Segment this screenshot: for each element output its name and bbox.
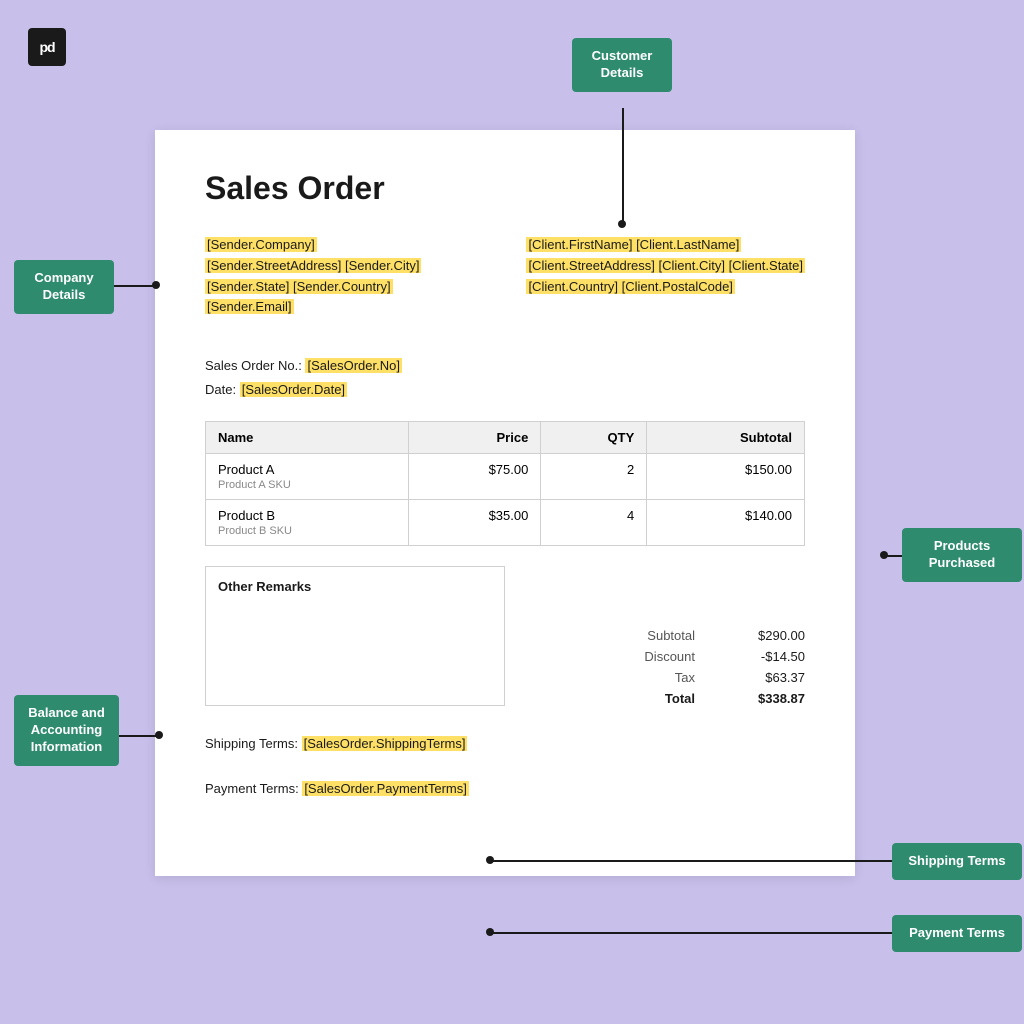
table-row: Product B Product B SKU $35.00 4 $140.00 — [206, 499, 805, 545]
shipping-line — [490, 860, 892, 862]
products-table: Name Price QTY Subtotal Product A Produc… — [205, 421, 805, 546]
table-row: Product A Product A SKU $75.00 2 $150.00 — [206, 453, 805, 499]
discount-label: Discount — [615, 649, 695, 664]
products-dot — [880, 551, 888, 559]
balance-annotation: Balance and Accounting Information — [14, 695, 119, 766]
col-subtotal: Subtotal — [647, 421, 805, 453]
sender-street-city: [Sender.StreetAddress] [Sender.City] — [205, 256, 421, 277]
total-value: $338.87 — [725, 691, 805, 706]
sender-client-row: [Sender.Company] [Sender.StreetAddress] … — [205, 235, 805, 318]
payment-terms-label: Payment Terms: — [205, 781, 299, 796]
subtotal-label: Subtotal — [615, 628, 695, 643]
payment-dot — [486, 928, 494, 936]
payment-terms-annotation: Payment Terms — [892, 915, 1022, 952]
shipping-terms-annotation: Shipping Terms — [892, 843, 1022, 880]
company-details-line — [114, 285, 156, 287]
customer-details-annotation: Customer Details — [572, 38, 672, 92]
totals-block: Subtotal $290.00 Discount -$14.50 Tax $6… — [525, 566, 805, 706]
product-a-price: $75.00 — [408, 453, 541, 499]
date-row: Date: [SalesOrder.Date] — [205, 378, 805, 401]
product-a-name: Product A — [218, 462, 396, 477]
order-no-value: [SalesOrder.No] — [305, 358, 402, 373]
remarks-label: Other Remarks — [218, 579, 311, 594]
client-block: [Client.FirstName] [Client.LastName] [Cl… — [526, 235, 805, 318]
product-b-name: Product B — [218, 508, 396, 523]
client-name: [Client.FirstName] [Client.LastName] — [526, 235, 805, 256]
company-details-dot — [152, 281, 160, 289]
table-header-row: Name Price QTY Subtotal — [206, 421, 805, 453]
discount-row: Discount -$14.50 — [525, 649, 805, 664]
total-label: Total — [615, 691, 695, 706]
product-b-price: $35.00 — [408, 499, 541, 545]
col-price: Price — [408, 421, 541, 453]
product-a-qty: 2 — [541, 453, 647, 499]
shipping-terms-row: Shipping Terms: [SalesOrder.ShippingTerm… — [205, 736, 805, 751]
col-name: Name — [206, 421, 409, 453]
product-b-qty: 4 — [541, 499, 647, 545]
payment-terms-row: Payment Terms: [SalesOrder.PaymentTerms] — [205, 781, 805, 796]
product-b-sku: Product B SKU — [218, 525, 396, 537]
shipping-dot — [486, 856, 494, 864]
order-no-label: Sales Order No.: — [205, 358, 302, 373]
document-container: Sales Order [Sender.Company] [Sender.Str… — [155, 130, 855, 876]
payment-terms-value: [SalesOrder.PaymentTerms] — [302, 781, 469, 796]
tax-label: Tax — [615, 670, 695, 685]
shipping-terms-value: [SalesOrder.ShippingTerms] — [302, 736, 468, 751]
discount-value: -$14.50 — [725, 649, 805, 664]
tax-row: Tax $63.37 — [525, 670, 805, 685]
product-a-sku: Product A SKU — [218, 479, 396, 491]
total-row: Total $338.87 — [525, 691, 805, 706]
remarks-box: Other Remarks — [205, 566, 505, 706]
product-a-name-cell: Product A Product A SKU — [206, 453, 409, 499]
bottom-section: Other Remarks Subtotal $290.00 Discount … — [205, 566, 805, 706]
document-title: Sales Order — [205, 170, 805, 207]
subtotal-value: $290.00 — [725, 628, 805, 643]
product-b-subtotal: $140.00 — [647, 499, 805, 545]
customer-details-line — [622, 108, 624, 223]
shipping-terms-label: Shipping Terms: — [205, 736, 298, 751]
col-qty: QTY — [541, 421, 647, 453]
product-a-subtotal: $150.00 — [647, 453, 805, 499]
client-country-postal: [Client.Country] [Client.PostalCode] — [526, 277, 805, 298]
product-b-name-cell: Product B Product B SKU — [206, 499, 409, 545]
balance-line — [119, 735, 159, 737]
balance-dot — [155, 731, 163, 739]
company-details-annotation: Company Details — [14, 260, 114, 314]
pd-logo: pd — [28, 28, 66, 66]
order-meta: Sales Order No.: [SalesOrder.No] Date: [… — [205, 354, 805, 401]
tax-value: $63.37 — [725, 670, 805, 685]
subtotal-row: Subtotal $290.00 — [525, 628, 805, 643]
sender-block: [Sender.Company] [Sender.StreetAddress] … — [205, 235, 421, 318]
date-value: [SalesOrder.Date] — [240, 382, 347, 397]
payment-line — [490, 932, 892, 934]
order-no-row: Sales Order No.: [SalesOrder.No] — [205, 354, 805, 377]
sender-company: [Sender.Company] — [205, 235, 421, 256]
sender-state-country: [Sender.State] [Sender.Country] — [205, 277, 421, 298]
sender-email: [Sender.Email] — [205, 297, 421, 318]
customer-details-dot — [618, 220, 626, 228]
client-street-city-state: [Client.StreetAddress] [Client.City] [Cl… — [526, 256, 805, 277]
products-purchased-annotation: Products Purchased — [902, 528, 1022, 582]
date-label: Date: — [205, 382, 236, 397]
